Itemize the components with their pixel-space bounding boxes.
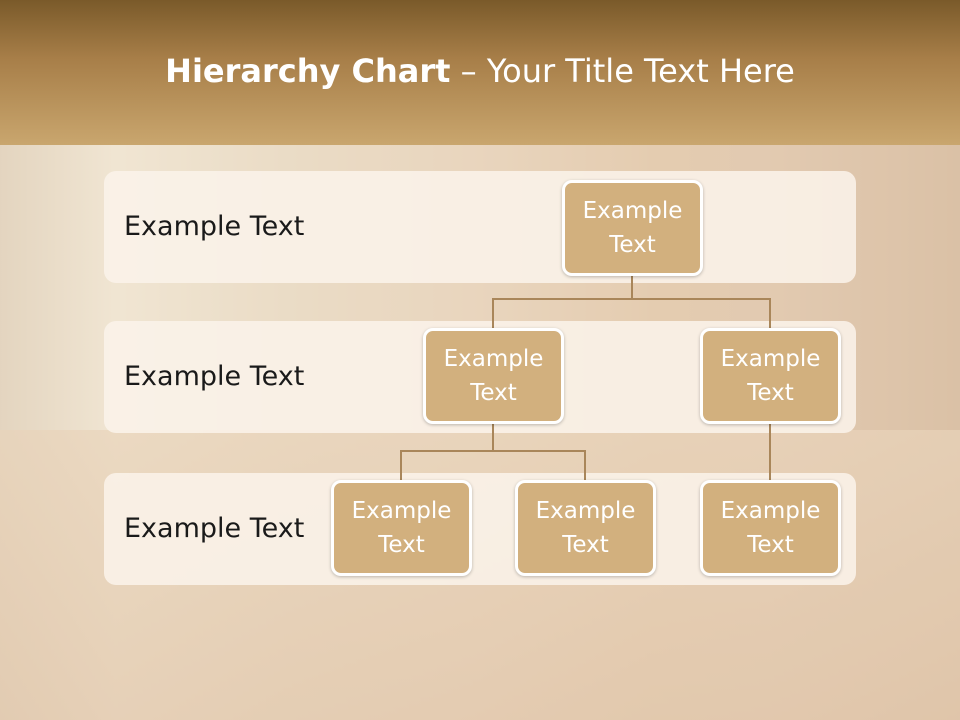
connector-level2-bar — [492, 298, 771, 300]
level-label-2: Example Text — [124, 361, 305, 392]
title-bold: Hierarchy Chart — [165, 52, 451, 90]
title-rest: – Your Title Text Here — [450, 52, 795, 90]
connector-root-down — [631, 272, 633, 299]
connector-to-level2-left — [492, 298, 494, 330]
node-root[interactable]: Example Text — [562, 180, 703, 276]
title-bar: Hierarchy Chart – Your Title Text Here — [0, 0, 960, 145]
connector-to-level2-right — [769, 298, 771, 330]
connector-level2-left-down — [492, 422, 494, 451]
node-level2-right[interactable]: Example Text — [700, 328, 841, 424]
node-level3-b[interactable]: Example Text — [515, 480, 656, 576]
slide-title: Hierarchy Chart – Your Title Text Here — [0, 52, 960, 90]
node-level2-left[interactable]: Example Text — [423, 328, 564, 424]
connector-to-level3-c — [769, 422, 771, 482]
connector-level3-bar — [400, 450, 586, 452]
node-level3-a[interactable]: Example Text — [331, 480, 472, 576]
node-level3-c[interactable]: Example Text — [700, 480, 841, 576]
connector-to-level3-b — [584, 450, 586, 482]
level-label-1: Example Text — [124, 211, 305, 242]
level-label-3: Example Text — [124, 513, 305, 544]
connector-to-level3-a — [400, 450, 402, 482]
